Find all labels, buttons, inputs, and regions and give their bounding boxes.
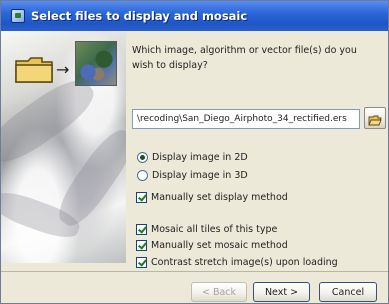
- wizard-banner: →: [1, 31, 126, 263]
- radio-display-3d[interactable]: Display image in 3D: [132, 170, 248, 181]
- checkbox-mosaic-all-tiles[interactable]: Mosaic all tiles of this type: [132, 224, 277, 235]
- checkbox-label: Mosaic all tiles of this type: [151, 224, 278, 235]
- checkbox-label: Contrast stretch image(s) upon loading: [151, 257, 338, 268]
- question-text: Which image, algorithm or vector file(s)…: [132, 45, 357, 71]
- checkbox[interactable]: [136, 224, 147, 235]
- app-icon: [11, 9, 25, 23]
- radio-label: Display image in 2D: [152, 152, 248, 163]
- back-button[interactable]: < Back: [191, 282, 247, 302]
- radio-button[interactable]: [137, 152, 148, 163]
- map-image-icon: [75, 41, 117, 86]
- wizard-content: Which image, algorithm or vector file(s)…: [132, 31, 388, 268]
- checkbox-label: Manually set mosaic method: [151, 240, 288, 251]
- radio-display-2d[interactable]: Display image in 2D: [132, 152, 248, 163]
- cancel-button[interactable]: Cancel: [319, 282, 377, 302]
- file-path-row: [132, 107, 386, 133]
- next-button[interactable]: Next >: [253, 282, 310, 302]
- button-bar: < Back Next > Cancel: [1, 271, 388, 304]
- file-path-input[interactable]: [132, 109, 360, 129]
- checkbox[interactable]: [136, 240, 147, 251]
- browse-button[interactable]: [364, 107, 386, 129]
- checkbox-manual-display-method[interactable]: Manually set display method: [132, 192, 288, 203]
- checkbox-contrast-stretch[interactable]: Contrast stretch image(s) upon loading: [132, 257, 338, 268]
- checkbox-label: Manually set display method: [151, 192, 288, 203]
- checkbox[interactable]: [136, 192, 147, 203]
- folder-icon: [15, 57, 53, 83]
- window-title: Select files to display and mosaic: [31, 9, 248, 23]
- radio-label: Display image in 3D: [152, 170, 248, 181]
- title-bar[interactable]: Select files to display and mosaic: [1, 1, 388, 31]
- open-folder-icon: [368, 115, 382, 125]
- checkbox-manual-mosaic-method[interactable]: Manually set mosaic method: [132, 240, 288, 251]
- checkbox[interactable]: [136, 257, 147, 268]
- dialog-window: Select files to display and mosaic → Whi…: [0, 0, 389, 304]
- radio-button[interactable]: [137, 170, 148, 181]
- arrow-icon: →: [56, 60, 70, 79]
